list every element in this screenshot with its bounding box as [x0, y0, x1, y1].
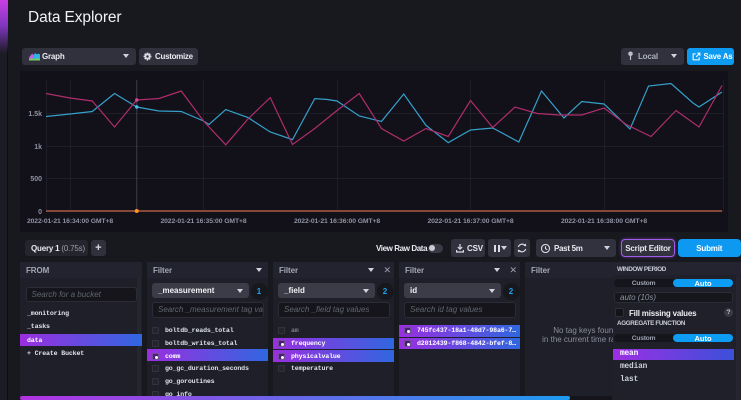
svg-text:1.5k: 1.5k [28, 111, 42, 118]
svg-text:500: 500 [30, 176, 42, 183]
svg-text:2022-01-21 16:35:00 GMT+8: 2022-01-21 16:35:00 GMT+8 [160, 218, 246, 225]
svg-text:0: 0 [38, 209, 42, 216]
svg-text:2022-01-21 16:38:00 GMT+8: 2022-01-21 16:38:00 GMT+8 [561, 218, 647, 225]
svg-text:2022-01-21 16:34:00 GMT+8: 2022-01-21 16:34:00 GMT+8 [27, 218, 113, 225]
svg-text:1k: 1k [34, 144, 42, 151]
svg-text:2022-01-21 16:37:00 GMT+8: 2022-01-21 16:37:00 GMT+8 [427, 218, 513, 225]
svg-text:2022-01-21 16:36:00 GMT+8: 2022-01-21 16:36:00 GMT+8 [294, 218, 380, 225]
